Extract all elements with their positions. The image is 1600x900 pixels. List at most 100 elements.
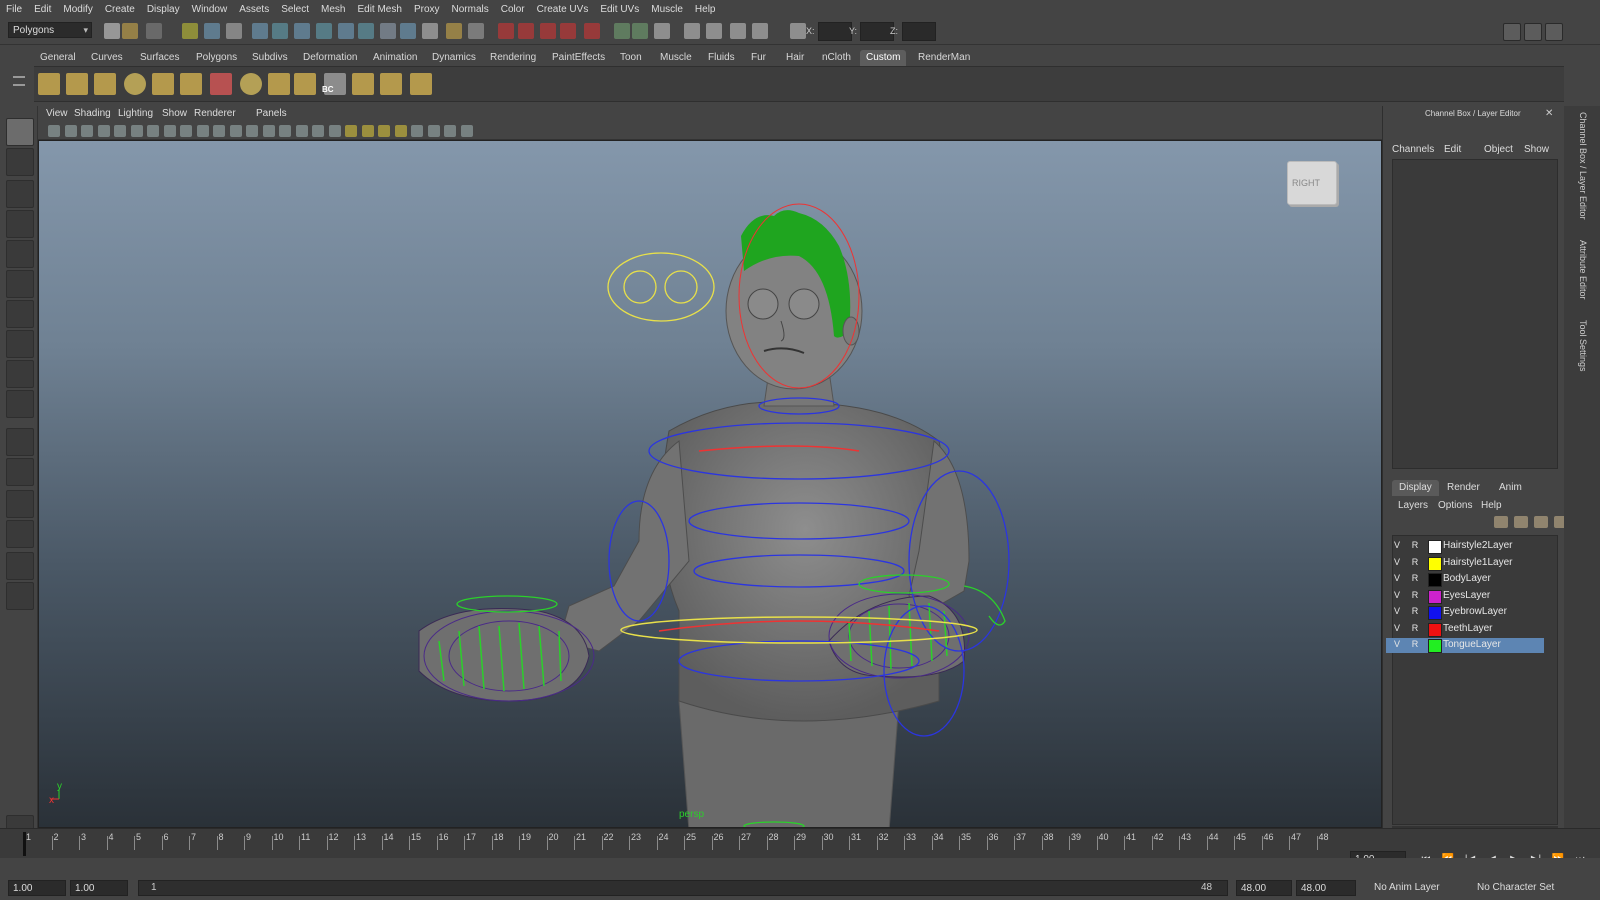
toolbar-icon[interactable] [316, 23, 332, 39]
reference-toggle[interactable]: R [1410, 590, 1420, 600]
shelf-tab-toon[interactable]: Toon [614, 50, 648, 66]
layer-color-swatch[interactable] [1428, 622, 1442, 637]
start-time-field[interactable]: 1.00 [8, 880, 66, 896]
menu-create[interactable]: Create [99, 4, 141, 15]
toolbar-icon[interactable] [204, 23, 220, 39]
shelf-menu-icon[interactable] [10, 70, 28, 100]
menu-select[interactable]: Select [275, 4, 315, 15]
panel-toolbar-icon[interactable] [180, 125, 192, 137]
shelf-tool-icon[interactable] [38, 73, 60, 95]
layer-tab-display[interactable]: Display [1392, 480, 1439, 496]
toolbar-icon[interactable] [584, 23, 600, 39]
reference-toggle[interactable]: R [1410, 606, 1420, 616]
toolbar-icon[interactable] [790, 23, 806, 39]
side-by-side-layout-icon[interactable] [6, 490, 34, 518]
visibility-toggle[interactable]: V [1392, 540, 1402, 550]
layer-color-swatch[interactable] [1428, 606, 1442, 620]
last-tool-icon[interactable] [6, 390, 34, 418]
shelf-tab-custom[interactable]: Custom [860, 50, 907, 66]
toolbar-icon[interactable] [104, 23, 120, 39]
reference-toggle[interactable]: R [1410, 540, 1420, 550]
menu-mesh[interactable]: Mesh [315, 4, 351, 15]
panel-toolbar-icon[interactable] [97, 125, 110, 137]
toolbar-icon[interactable] [182, 23, 198, 39]
shelf-tool-icon[interactable] [152, 73, 174, 95]
visibility-toggle[interactable]: V [1392, 557, 1402, 567]
menu-display[interactable]: Display [141, 4, 186, 15]
menu-file[interactable]: File [0, 4, 28, 15]
shelf-tool-icon[interactable] [210, 73, 232, 95]
panel-toolbar-icon[interactable] [295, 125, 308, 137]
shelf-tab-surfaces[interactable]: Surfaces [134, 50, 185, 66]
visibility-toggle[interactable]: V [1392, 573, 1402, 583]
panel-toolbar-icon[interactable] [361, 125, 374, 137]
layer-color-swatch[interactable] [1428, 540, 1442, 554]
toolbar-icon[interactable] [560, 23, 576, 39]
shelf-tool-icon[interactable] [410, 73, 432, 95]
panel-toolbar-icon[interactable] [229, 125, 242, 137]
panel-toolbar-icon[interactable] [147, 125, 159, 137]
y-field[interactable] [860, 22, 894, 41]
shelf-tab-muscle[interactable]: Muscle [654, 50, 698, 66]
menu-color[interactable]: Color [495, 4, 531, 15]
menu-create-uvs[interactable]: Create UVs [531, 4, 595, 15]
menu-normals[interactable]: Normals [446, 4, 495, 15]
shelf-tab-polygons[interactable]: Polygons [190, 50, 243, 66]
panel-toolbar-icon[interactable] [312, 125, 324, 137]
layer-menu-layers[interactable]: Layers [1398, 500, 1428, 511]
menu-assets[interactable]: Assets [233, 4, 275, 15]
layer-menu-help[interactable]: Help [1481, 500, 1502, 511]
menu-proxy[interactable]: Proxy [408, 4, 446, 15]
toolbar-icon[interactable] [294, 23, 310, 39]
panel-menu-panels[interactable]: Panels [256, 108, 287, 119]
shelf-tab-painteffects[interactable]: PaintEffects [546, 50, 611, 66]
toolbar-icon[interactable] [380, 23, 396, 39]
select-tool-icon[interactable] [6, 118, 34, 146]
layer-color-swatch[interactable] [1428, 573, 1442, 587]
character-set-selector[interactable]: No Character Set [1477, 882, 1554, 893]
layer-color-swatch[interactable] [1428, 556, 1442, 571]
layout-icon[interactable] [1503, 23, 1521, 41]
menu-help[interactable]: Help [689, 4, 722, 15]
panel-toolbar-icon[interactable] [444, 125, 456, 137]
shelf-tool-icon[interactable] [294, 73, 316, 95]
toolbar-icon[interactable] [338, 23, 354, 39]
move-tool-icon[interactable] [6, 210, 34, 238]
lasso-tool-icon[interactable] [6, 148, 34, 176]
shelf-tab-dynamics[interactable]: Dynamics [426, 50, 482, 66]
four-view-layout-icon[interactable] [6, 458, 34, 486]
toolbar-icon[interactable] [226, 23, 242, 39]
shelf-tool-icon[interactable] [180, 73, 202, 95]
channel-list[interactable] [1392, 159, 1558, 469]
shelf-tab-subdivs[interactable]: Subdivs [246, 50, 294, 66]
layer-tab-anim[interactable]: Anim [1492, 480, 1529, 496]
layer-color-swatch[interactable] [1428, 589, 1442, 604]
shelf-tool-icon[interactable] [352, 73, 374, 95]
shelf-tool-icon[interactable] [380, 73, 402, 95]
outliner-layout-icon[interactable] [6, 582, 34, 610]
panel-menu-shading[interactable]: Shading [74, 108, 111, 119]
toolbar-icon[interactable] [400, 23, 416, 39]
shelf-tab-rendering[interactable]: Rendering [484, 50, 542, 66]
panel-toolbar-icon[interactable] [130, 125, 143, 137]
shelf-tab-general[interactable]: General [34, 50, 82, 66]
reference-toggle[interactable]: R [1410, 557, 1420, 567]
z-field[interactable] [902, 22, 936, 41]
anim-layer-selector[interactable]: No Anim Layer [1374, 882, 1440, 893]
toolbar-icon[interactable] [654, 23, 670, 39]
shelf-tool-icon[interactable] [240, 73, 262, 95]
visibility-toggle[interactable]: V [1392, 623, 1402, 633]
toolbar-icon[interactable] [752, 23, 768, 39]
new-layer-icon[interactable] [1494, 516, 1508, 528]
menu-edit-uvs[interactable]: Edit UVs [594, 4, 645, 15]
shelf-tab-animation[interactable]: Animation [367, 50, 423, 66]
shelf-tab-ncloth[interactable]: nCloth [816, 50, 857, 66]
toolbar-icon[interactable] [446, 23, 462, 39]
side-tab-1[interactable]: Attribute Editor [1578, 240, 1588, 300]
close-icon[interactable]: ✕ [1545, 109, 1555, 119]
range-slider[interactable]: 1 48 [138, 880, 1228, 896]
visibility-toggle[interactable]: V [1392, 590, 1402, 600]
panel-toolbar-icon[interactable] [328, 125, 341, 137]
layer-tab-render[interactable]: Render [1440, 480, 1487, 496]
toolbar-icon[interactable] [272, 23, 288, 39]
